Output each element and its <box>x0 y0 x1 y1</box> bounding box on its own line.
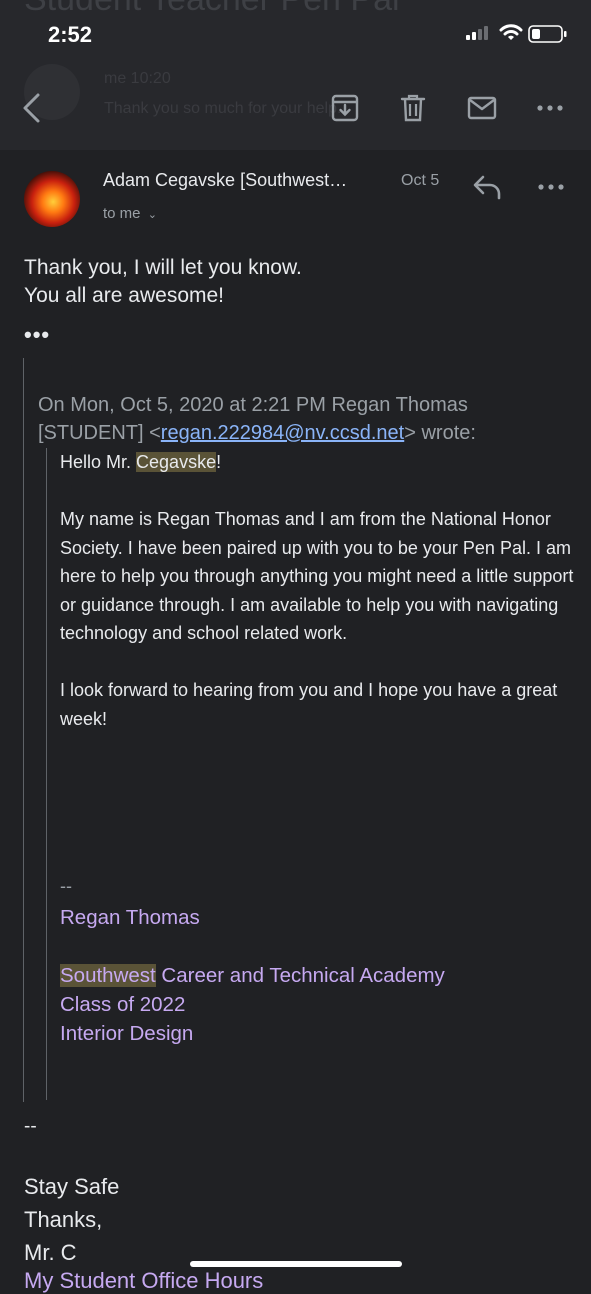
signature-program: Interior Design <box>60 1022 194 1045</box>
recipient-details[interactable]: to me ⌄ <box>103 205 157 222</box>
footer-line: Thanks, <box>24 1207 103 1232</box>
home-indicator[interactable] <box>190 1261 402 1267</box>
sender-avatar[interactable] <box>24 171 80 227</box>
search-highlight: Southwest <box>60 964 156 987</box>
signature-name: Regan Thomas <box>60 906 200 929</box>
school-text: Career and Technical Academy <box>155 964 445 987</box>
message-more-icon[interactable] <box>538 184 564 190</box>
signature-block: Southwest Career and Technical Academy C… <box>60 961 445 1048</box>
signature-separator: -- <box>60 876 72 896</box>
quote-header: On Mon, Oct 5, 2020 at 2:21 PM Regan Tho… <box>38 391 578 447</box>
mail-icon[interactable] <box>462 88 502 128</box>
archive-icon[interactable] <box>325 88 365 128</box>
greeting-text: ! <box>216 452 222 472</box>
back-arrow-icon[interactable] <box>12 88 52 128</box>
footer-signature: Stay Safe Thanks, Mr. C <box>24 1170 119 1269</box>
email-link[interactable]: regan.222984@nv.ccsd.net <box>161 422 404 444</box>
reply-icon[interactable] <box>472 174 502 200</box>
faded-preview-line: Thank you so much for your help. <box>104 100 342 117</box>
body-line: You all are awesome! <box>24 284 225 307</box>
thread-subject-faded: Student Teacher Pen Pal <box>24 0 400 19</box>
footer-line: Stay Safe <box>24 1174 120 1199</box>
footer-separator: -- <box>24 1116 37 1137</box>
status-time: 2:52 <box>48 22 93 47</box>
cellular-signal-icon <box>466 26 492 40</box>
search-highlight: Cegavske <box>136 452 217 472</box>
quote-header-text: > wrote: <box>404 422 476 444</box>
trash-icon[interactable] <box>393 88 433 128</box>
greeting-text: Hello Mr. <box>60 452 137 472</box>
footer-line: Mr. C <box>24 1240 77 1265</box>
message-date: Oct 5 <box>401 172 440 189</box>
recipient-label: to me <box>103 205 141 222</box>
signature-class: Class of 2022 <box>60 993 186 1016</box>
quote-bar <box>23 358 24 1102</box>
quoted-message: Hello Mr. Cegavske! My name is Regan Tho… <box>60 448 580 762</box>
quote-paragraph: I look forward to hearing from you and I… <box>60 680 558 729</box>
sender-name[interactable]: Adam Cegavske [Southwest… <box>103 170 347 191</box>
body-line: Thank you, I will let you know. <box>24 256 302 279</box>
faded-preview-line: me 10:20 <box>104 70 171 87</box>
show-trimmed-button[interactable]: ••• <box>24 322 50 348</box>
signature-school: Southwest Career and Technical Academy <box>60 961 445 990</box>
chevron-down-icon: ⌄ <box>147 209 157 221</box>
office-hours-link[interactable]: My Student Office Hours <box>24 1268 263 1294</box>
wifi-icon <box>499 24 523 42</box>
more-dots-icon[interactable] <box>530 88 570 128</box>
message-body: Thank you, I will let you know. You all … <box>24 254 302 310</box>
battery-icon <box>528 25 568 43</box>
quote-greeting: Hello Mr. Cegavske! <box>60 448 580 477</box>
quote-paragraph: My name is Regan Thomas and I am from th… <box>60 509 574 643</box>
quote-bar-nested <box>46 448 47 1100</box>
